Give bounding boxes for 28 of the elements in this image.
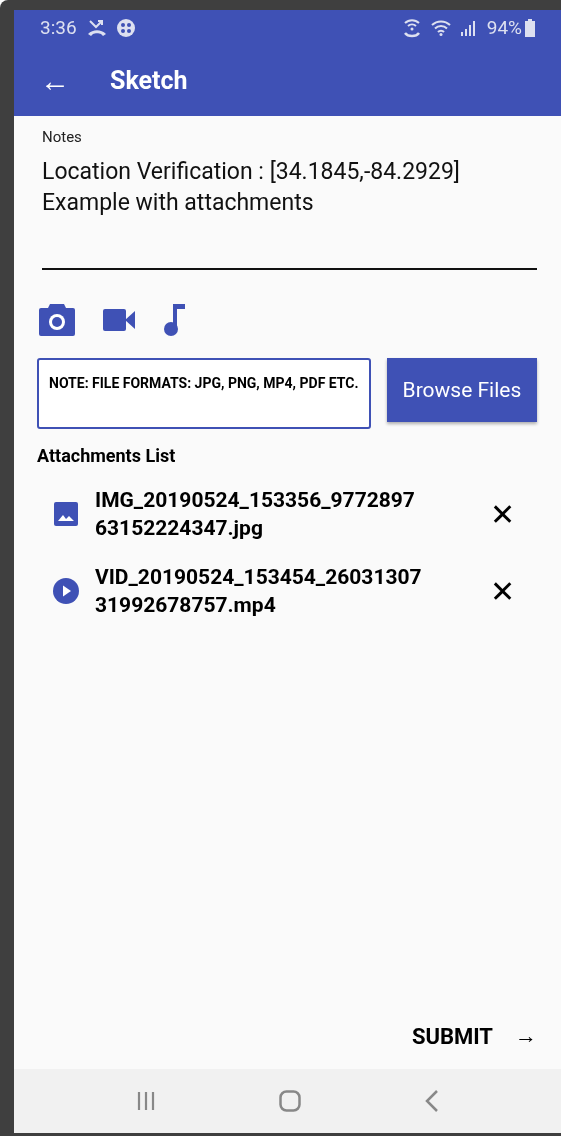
wifi-calling-icon	[402, 17, 421, 38]
notes-label: Notes	[42, 128, 82, 146]
signal-icon	[460, 19, 477, 36]
image-icon	[54, 502, 78, 526]
camera-icon[interactable]	[39, 304, 75, 336]
remove-button[interactable]: ✕	[490, 496, 516, 532]
back-button[interactable]: ←	[40, 63, 110, 98]
battery-percent: 94%	[486, 16, 522, 39]
remove-button[interactable]: ✕	[490, 573, 516, 609]
play-icon	[53, 578, 79, 604]
wifi-icon	[430, 19, 451, 36]
missed-call-icon	[86, 18, 107, 37]
back-icon[interactable]	[425, 1090, 440, 1112]
app-icon	[116, 18, 135, 37]
file-formats-note: NOTE: FILE FORMATS: JPG, PNG, MP4, PDF ETC.	[37, 358, 371, 429]
music-note-icon[interactable]	[163, 304, 187, 336]
submit-button[interactable]: SUBMIT →	[411, 1023, 537, 1049]
screen-title: Sketch	[110, 66, 188, 95]
file-name: IMG_20190524_153356_9772897 63152224347.jpg	[95, 487, 416, 542]
file-name: VID_20190524_153454_26031307 31992678757.mp4	[95, 564, 423, 619]
recent-apps-icon[interactable]	[135, 1091, 156, 1111]
attachments-heading: Attachments List	[37, 445, 177, 466]
notes-field[interactable]: Location Verification : [34.1845,-84.2929] Example with attachments	[42, 156, 537, 218]
status-time: 3:36	[40, 16, 77, 39]
home-icon[interactable]	[279, 1090, 302, 1112]
browse-files-button[interactable]: Browse Files	[386, 358, 537, 422]
battery-icon	[525, 18, 535, 37]
video-camera-icon[interactable]	[103, 309, 135, 331]
